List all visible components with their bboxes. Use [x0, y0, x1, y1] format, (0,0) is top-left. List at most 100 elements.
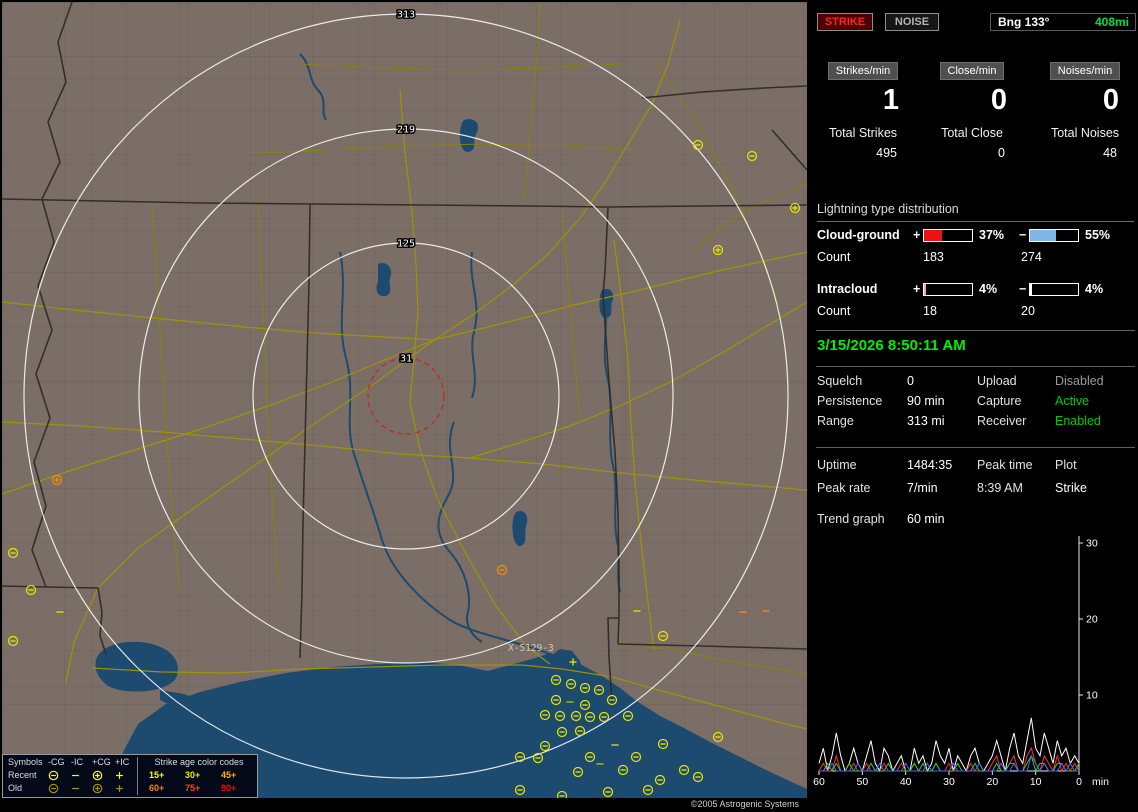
distribution-title: Lightning type distribution: [817, 202, 1134, 222]
distribution-count-row: Count183274: [817, 250, 1135, 268]
range-ring-label: 31: [400, 354, 412, 365]
info-cell: 0: [907, 374, 914, 388]
info-cell: Capture: [977, 394, 1021, 408]
total-value: 495: [817, 146, 909, 160]
info-cell: Uptime: [817, 458, 857, 472]
info-cell: Persistence: [817, 394, 882, 408]
legend-cgp-icon: [90, 769, 105, 782]
legend-symbols-title: Symbols: [8, 757, 43, 767]
rate-pill: Noises/min: [1050, 62, 1120, 80]
app-window: 31321912531 X-5129-3 Symbols -CG -IC +CG…: [0, 0, 1138, 812]
negative-bar: [1029, 229, 1079, 242]
count-label: Count: [817, 250, 913, 268]
age-code: 75+: [185, 783, 200, 793]
divider: [816, 330, 1135, 331]
trend-y-tick: 20: [1086, 614, 1098, 626]
positive-bar: [923, 283, 973, 296]
info-row: Peak rate7/min8:39 AMStrike: [809, 481, 1138, 504]
trend-x-unit: min: [1092, 776, 1109, 788]
map-view[interactable]: 31321912531 X-5129-3 Symbols -CG -IC +CG…: [2, 2, 807, 798]
lightning-map: 31321912531 X-5129-3: [2, 2, 807, 798]
count-label: Count: [817, 304, 913, 322]
age-code: 15+: [149, 770, 164, 780]
rate-value: 1: [817, 84, 909, 118]
info-cell: Plot: [1055, 458, 1077, 472]
legend-header-nic: -IC: [71, 757, 83, 767]
negative-count: 20: [1011, 304, 1035, 322]
legend-header-pic: +IC: [115, 757, 129, 767]
trend-x-tick: 60: [813, 776, 825, 788]
total-value: 0: [927, 146, 1017, 160]
positive-count: 183: [913, 250, 1011, 268]
distribution-row: Intracloud+4%−4%: [817, 280, 1135, 298]
age-code: 45+: [221, 770, 236, 780]
info-cell: Peak time: [977, 458, 1033, 472]
trend-x-tick: 0: [1076, 776, 1082, 788]
legend-cgm-icon: [46, 782, 61, 795]
trend-x-tick: 10: [1030, 776, 1042, 788]
trend-graph-value: 60 min: [907, 512, 945, 526]
rate-pill: Close/min: [940, 62, 1005, 80]
total-label: Total Noises: [1041, 126, 1129, 140]
info-cell: Enabled: [1055, 414, 1101, 428]
trend-x-tick: 50: [856, 776, 868, 788]
total-label: Total Strikes: [817, 126, 909, 140]
positive-count: 18: [913, 304, 1011, 322]
copyright-bar: ©2005 Astrogenic Systems: [2, 798, 807, 810]
positive-sign: +: [913, 228, 923, 242]
negative-sign: −: [1019, 282, 1029, 296]
info-row: Persistence 90 min Capture Active: [809, 394, 1138, 414]
indicator-header: STRIKE NOISE Bng 133° 408mi: [809, 13, 1138, 33]
info-cell: Range: [817, 414, 854, 428]
negative-count: 274: [1011, 250, 1042, 268]
range-ring-label: 313: [397, 10, 415, 21]
total-value: 48: [1041, 146, 1129, 160]
bearing-display: Bng 133° 408mi: [990, 13, 1136, 31]
trend-graph-row: Trend graph 60 min: [809, 512, 1138, 530]
info-cell: 313 mi: [907, 414, 945, 428]
rate-value: 0: [1041, 84, 1129, 118]
age-code: 90+: [221, 783, 236, 793]
info-cell: Squelch: [817, 374, 862, 388]
lake: [376, 263, 391, 296]
info-row: Range 313 mi Receiver Enabled: [809, 414, 1138, 434]
noise-indicator-button[interactable]: NOISE: [885, 13, 939, 31]
info-cell: Disabled: [1055, 374, 1104, 388]
info-cell: Receiver: [977, 414, 1026, 428]
info-row: Squelch0UploadDisabled: [809, 374, 1138, 394]
legend-icp-icon: [112, 782, 127, 795]
distribution-row: Cloud-ground+37%−55%: [817, 226, 1135, 244]
positive-percent: 37%: [973, 228, 1019, 242]
legend-icm-icon: [68, 782, 83, 795]
rate-value: 0: [927, 84, 1017, 118]
distribution-table: Cloud-ground+37%−55%Count183274Intraclou…: [817, 226, 1135, 334]
legend-divider: [137, 757, 138, 795]
status-table: Squelch0UploadDisabledPersistence90 minC…: [809, 374, 1138, 434]
rate-column: Noises/min 0 Total Noises 48: [1041, 62, 1129, 160]
legend-recent-label: Recent: [8, 770, 37, 780]
positive-sign: +: [913, 282, 923, 296]
negative-sign: −: [1019, 228, 1029, 242]
info-cell: Active: [1055, 394, 1089, 408]
distribution-count-row: Count1820: [817, 304, 1135, 322]
info-row: Uptime 1484:35 Peak time Plot: [809, 458, 1138, 481]
trend-y-tick: 30: [1086, 538, 1098, 550]
distribution-type-label: Cloud-ground: [817, 228, 913, 242]
legend-old-label: Old: [8, 783, 22, 793]
info-cell: 8:39 AM: [977, 481, 1023, 495]
rate-pill: Strikes/min: [828, 62, 898, 80]
trend-x-tick: 40: [900, 776, 912, 788]
age-code: 60+: [149, 783, 164, 793]
positive-bar: [923, 229, 973, 242]
legend-header-ncg: -CG: [48, 757, 65, 767]
info-cell: 1484:35: [907, 458, 952, 472]
cell-track-label: X-5129-3: [508, 643, 554, 654]
negative-percent: 4%: [1079, 282, 1125, 296]
trend-x-tick: 30: [943, 776, 955, 788]
strike-indicator-button[interactable]: STRIKE: [817, 13, 873, 31]
legend-header-pcg: +CG: [92, 757, 111, 767]
negative-bar: [1029, 283, 1079, 296]
info-cell: 90 min: [907, 394, 945, 408]
control-panel: STRIKE NOISE Bng 133° 408mi Strikes/min 1…: [809, 0, 1138, 812]
rate-column: Close/min0Total Close0: [927, 62, 1017, 160]
